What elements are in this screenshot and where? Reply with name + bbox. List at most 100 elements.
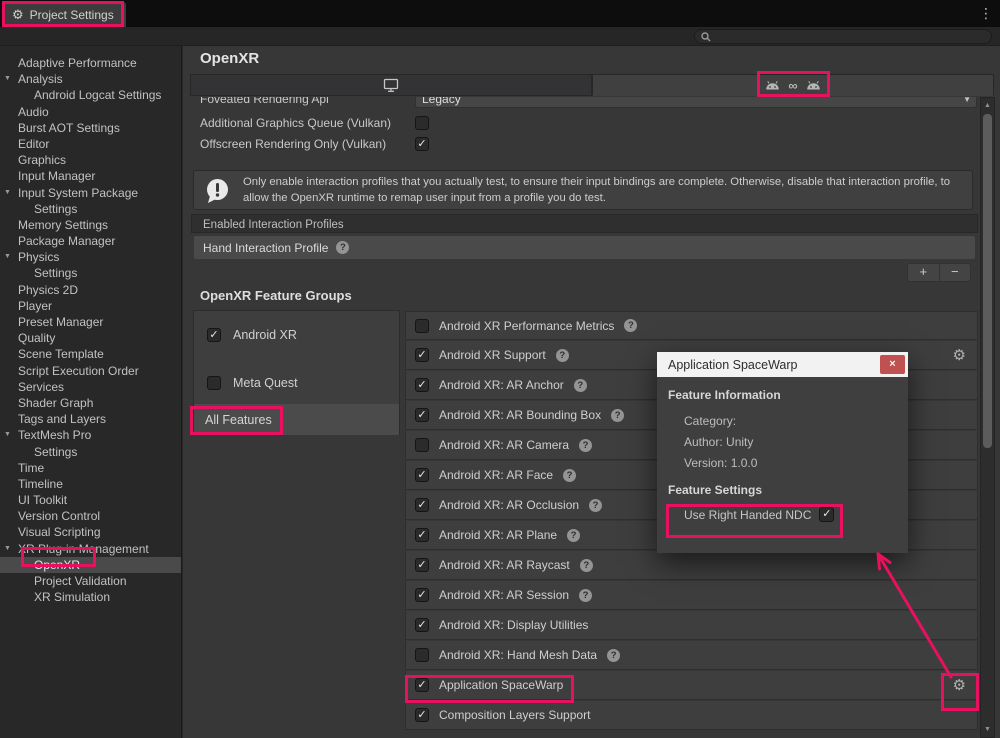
group-android-xr[interactable]: ✓ Android XR <box>194 323 399 347</box>
feature-checkbox[interactable]: ✓ <box>415 528 429 542</box>
sidebar-item[interactable]: ▼ Version Control <box>0 508 181 524</box>
feature-checkbox[interactable] <box>415 319 429 333</box>
sidebar-item[interactable]: ▼ Timeline <box>0 476 181 492</box>
sidebar-item[interactable]: ▼ Services <box>0 379 181 395</box>
offscreen-rendering-checkbox[interactable]: ✓ <box>415 137 429 151</box>
sidebar-item[interactable]: ▼ Shader Graph <box>0 395 181 411</box>
feature-checkbox[interactable] <box>415 648 429 662</box>
meta-quest-group-checkbox[interactable] <box>207 376 221 390</box>
feature-checkbox[interactable]: ✓ <box>415 678 429 692</box>
foldout-icon[interactable]: ▼ <box>4 541 11 557</box>
sidebar-item[interactable]: ▼ Package Manager <box>0 233 181 249</box>
feature-checkbox[interactable] <box>415 438 429 452</box>
all-features-item[interactable]: All Features <box>194 404 399 435</box>
feature-checkbox[interactable]: ✓ <box>415 378 429 392</box>
help-icon[interactable]: ? <box>624 319 637 332</box>
sidebar-item[interactable]: ▼ Settings <box>0 265 181 281</box>
sidebar-item[interactable]: ▼ Preset Manager <box>0 314 181 330</box>
group-meta-quest[interactable]: Meta Quest <box>194 371 399 395</box>
sidebar-item[interactable]: ▼ Input Manager <box>0 168 181 184</box>
foldout-icon[interactable]: ▼ <box>4 185 11 201</box>
feature-settings-gear-icon[interactable]: ⚙ <box>953 346 966 364</box>
sidebar-item[interactable]: ▼ Adaptive Performance <box>0 55 181 71</box>
sidebar-item[interactable]: ▼ Settings <box>0 444 181 460</box>
help-icon[interactable]: ? <box>607 649 620 662</box>
sidebar-item[interactable]: ▼ Project Validation <box>0 573 181 589</box>
vertical-scrollbar[interactable]: ▲ ▼ <box>980 97 995 738</box>
foldout-icon[interactable]: ▼ <box>4 71 11 87</box>
sidebar-item[interactable]: ▼ XR Simulation <box>0 589 181 605</box>
feature-checkbox[interactable]: ✓ <box>415 708 429 722</box>
help-icon[interactable]: ? <box>579 439 592 452</box>
feature-label: Android XR: Hand Mesh Data <box>439 648 597 662</box>
feature-checkbox[interactable]: ✓ <box>415 558 429 572</box>
foveated-rendering-value: Legacy <box>422 97 461 106</box>
sidebar-item[interactable]: ▼ OpenXR <box>0 557 181 573</box>
feature-row[interactable]: Android XR: Hand Mesh Data ? <box>405 641 978 670</box>
help-icon[interactable]: ? <box>556 349 569 362</box>
sidebar-item[interactable]: ▼ Tags and Layers <box>0 411 181 427</box>
feature-checkbox[interactable]: ✓ <box>415 408 429 422</box>
tab-android[interactable]: ∞ <box>592 74 994 96</box>
feature-row[interactable]: ✓ Android XR: AR Raycast ? <box>405 551 978 580</box>
help-icon[interactable]: ? <box>589 499 602 512</box>
feature-checkbox[interactable]: ✓ <box>415 468 429 482</box>
help-icon[interactable]: ? <box>611 409 624 422</box>
search-input[interactable] <box>715 31 985 43</box>
sidebar-item[interactable]: ▼ Audio <box>0 104 181 120</box>
sidebar-item-label: Analysis <box>18 72 63 86</box>
feature-row[interactable]: ✓ Android XR: AR Session ? <box>405 581 978 610</box>
sidebar-item[interactable]: ▼ Physics <box>0 249 181 265</box>
use-right-handed-ndc-checkbox[interactable]: ✓ <box>819 507 834 522</box>
sidebar-item[interactable]: ▼ Graphics <box>0 152 181 168</box>
feature-row[interactable]: ✓ Android XR: Display Utilities <box>405 611 978 640</box>
sidebar-item[interactable]: ▼ Visual Scripting <box>0 524 181 540</box>
help-icon[interactable]: ? <box>574 379 587 392</box>
tab-desktop[interactable] <box>190 74 592 96</box>
help-icon[interactable]: ? <box>336 241 349 254</box>
sidebar-item[interactable]: ▼ Memory Settings <box>0 217 181 233</box>
sidebar-item[interactable]: ▼ Analysis <box>0 71 181 87</box>
search-box[interactable] <box>694 29 992 44</box>
feature-checkbox[interactable]: ✓ <box>415 348 429 362</box>
feature-row[interactable]: Android XR Performance Metrics ? <box>405 311 978 340</box>
help-icon[interactable]: ? <box>579 589 592 602</box>
close-icon[interactable]: × <box>880 355 905 374</box>
sidebar-item[interactable]: ▼ Scene Template <box>0 346 181 362</box>
feature-checkbox[interactable]: ✓ <box>415 498 429 512</box>
feature-checkbox[interactable]: ✓ <box>415 588 429 602</box>
sidebar-item[interactable]: ▼ Time <box>0 460 181 476</box>
foldout-icon[interactable]: ▼ <box>4 249 11 265</box>
sidebar-item[interactable]: ▼ Script Execution Order <box>0 363 181 379</box>
scroll-up-arrow[interactable]: ▲ <box>981 102 994 109</box>
android-xr-group-checkbox[interactable]: ✓ <box>207 328 221 342</box>
sidebar-item[interactable]: ▼ Player <box>0 298 181 314</box>
sidebar-item[interactable]: ▼ Input System Package <box>0 185 181 201</box>
sidebar-item[interactable]: ▼ UI Toolkit <box>0 492 181 508</box>
sidebar-item[interactable]: ▼ Burst AOT Settings <box>0 120 181 136</box>
sidebar-item[interactable]: ▼ XR Plug-in Management <box>0 541 181 557</box>
hand-interaction-profile-row[interactable]: Hand Interaction Profile ? <box>194 236 975 259</box>
add-profile-button[interactable]: + <box>908 264 940 281</box>
help-icon[interactable]: ? <box>563 469 576 482</box>
sidebar-item[interactable]: ▼ Quality <box>0 330 181 346</box>
help-icon[interactable]: ? <box>580 559 593 572</box>
scrollbar-thumb[interactable] <box>983 114 992 448</box>
kebab-menu-icon[interactable]: ⋮ <box>979 5 993 22</box>
help-icon[interactable]: ? <box>567 529 580 542</box>
foldout-icon[interactable]: ▼ <box>4 427 11 443</box>
sidebar-item[interactable]: ▼ TextMesh Pro <box>0 427 181 443</box>
feature-settings-gear-icon[interactable]: ⚙ <box>953 676 966 694</box>
feature-row[interactable]: ✓ Application SpaceWarp ⚙ <box>405 671 978 700</box>
feature-checkbox[interactable]: ✓ <box>415 618 429 632</box>
sidebar-item[interactable]: ▼ Settings <box>0 201 181 217</box>
remove-profile-button[interactable]: − <box>940 264 971 281</box>
foveated-rendering-dropdown[interactable]: Legacy ▼ <box>415 97 977 108</box>
sidebar-item[interactable]: ▼ Android Logcat Settings <box>0 87 181 103</box>
graphics-queue-checkbox[interactable] <box>415 116 429 130</box>
sidebar-item[interactable]: ▼ Physics 2D <box>0 282 181 298</box>
project-settings-tab[interactable]: ⚙ Project Settings <box>4 2 126 27</box>
feature-row[interactable]: ✓ Composition Layers Support <box>405 701 978 730</box>
sidebar-item[interactable]: ▼ Editor <box>0 136 181 152</box>
scroll-down-arrow[interactable]: ▼ <box>981 726 994 733</box>
